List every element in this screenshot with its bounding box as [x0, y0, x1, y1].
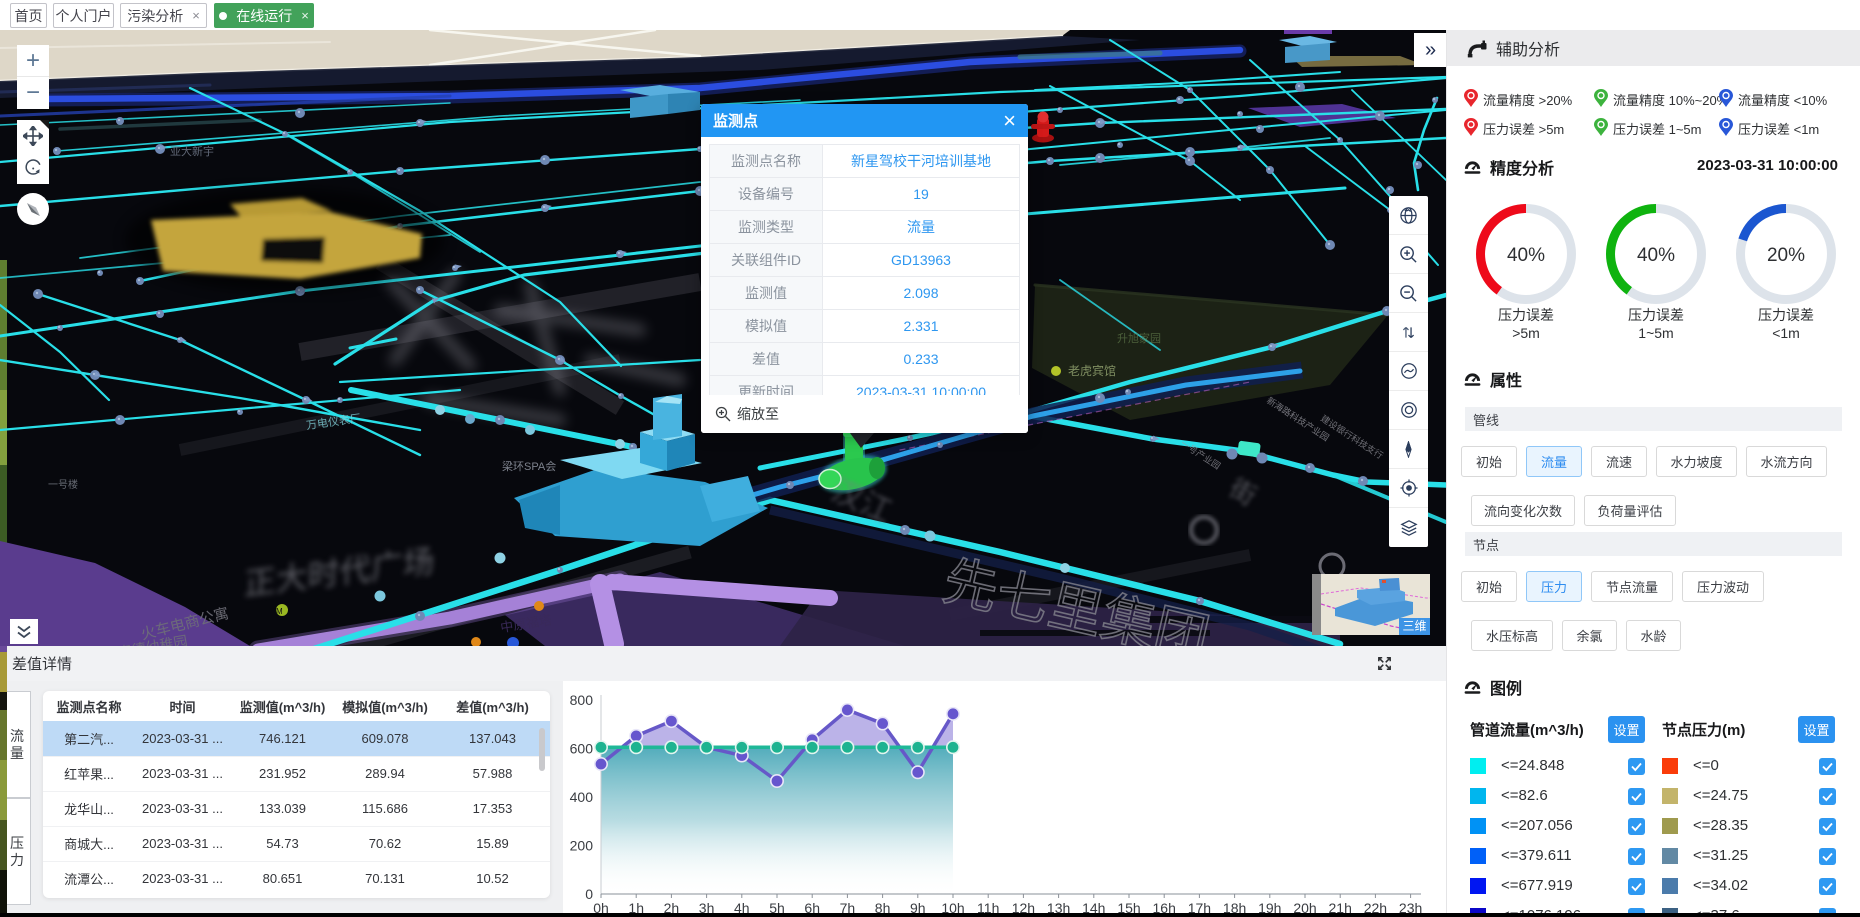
- svg-text:23h: 23h: [1399, 900, 1422, 913]
- svg-text:22h: 22h: [1364, 900, 1387, 913]
- svg-text:M: M: [276, 607, 283, 616]
- svg-text:11h: 11h: [977, 900, 999, 913]
- svg-text:13h: 13h: [1047, 900, 1070, 913]
- svg-text:亚大新宇: 亚大新宇: [170, 144, 214, 158]
- svg-text:0: 0: [585, 886, 593, 902]
- svg-text:>5m: >5m: [1512, 325, 1540, 341]
- svg-text:12h: 12h: [1012, 900, 1035, 913]
- svg-text:压力误差: 压力误差: [1628, 307, 1684, 323]
- svg-text:0h: 0h: [593, 900, 609, 913]
- svg-text:15h: 15h: [1117, 900, 1140, 913]
- svg-text:19h: 19h: [1258, 900, 1281, 913]
- svg-text:6h: 6h: [804, 900, 820, 913]
- svg-text:4h: 4h: [734, 900, 750, 913]
- svg-text:9h: 9h: [910, 900, 926, 913]
- svg-text:老虎宾馆: 老虎宾馆: [1068, 363, 1116, 378]
- svg-text:600: 600: [570, 741, 594, 757]
- svg-text:10h: 10h: [941, 900, 964, 913]
- svg-text:3h: 3h: [699, 900, 715, 913]
- svg-text:40%: 40%: [1507, 245, 1545, 266]
- svg-text:1~5m: 1~5m: [1638, 325, 1673, 341]
- svg-text:1h: 1h: [628, 900, 644, 913]
- svg-text:21h: 21h: [1329, 900, 1352, 913]
- svg-text:<1m: <1m: [1772, 325, 1800, 341]
- svg-text:16h: 16h: [1153, 900, 1176, 913]
- svg-text:800: 800: [570, 692, 594, 708]
- svg-text:8h: 8h: [875, 900, 891, 913]
- svg-text:压力误差: 压力误差: [1498, 307, 1554, 323]
- svg-text:一号楼: 一号楼: [48, 478, 78, 491]
- svg-text:200: 200: [570, 838, 594, 854]
- svg-text:2h: 2h: [664, 900, 680, 913]
- svg-text:压力误差: 压力误差: [1758, 307, 1814, 323]
- svg-text:18h: 18h: [1223, 900, 1246, 913]
- svg-text:7h: 7h: [840, 900, 856, 913]
- svg-text:5h: 5h: [769, 900, 785, 913]
- svg-text:400: 400: [570, 789, 594, 805]
- svg-text:14h: 14h: [1082, 900, 1105, 913]
- svg-text:17h: 17h: [1188, 900, 1211, 913]
- svg-text:20%: 20%: [1767, 245, 1805, 266]
- svg-text:梁环SPA会: 梁环SPA会: [502, 459, 556, 473]
- svg-text:40%: 40%: [1637, 245, 1675, 266]
- svg-text:升旭家园: 升旭家园: [1117, 331, 1161, 345]
- svg-text:20h: 20h: [1293, 900, 1316, 913]
